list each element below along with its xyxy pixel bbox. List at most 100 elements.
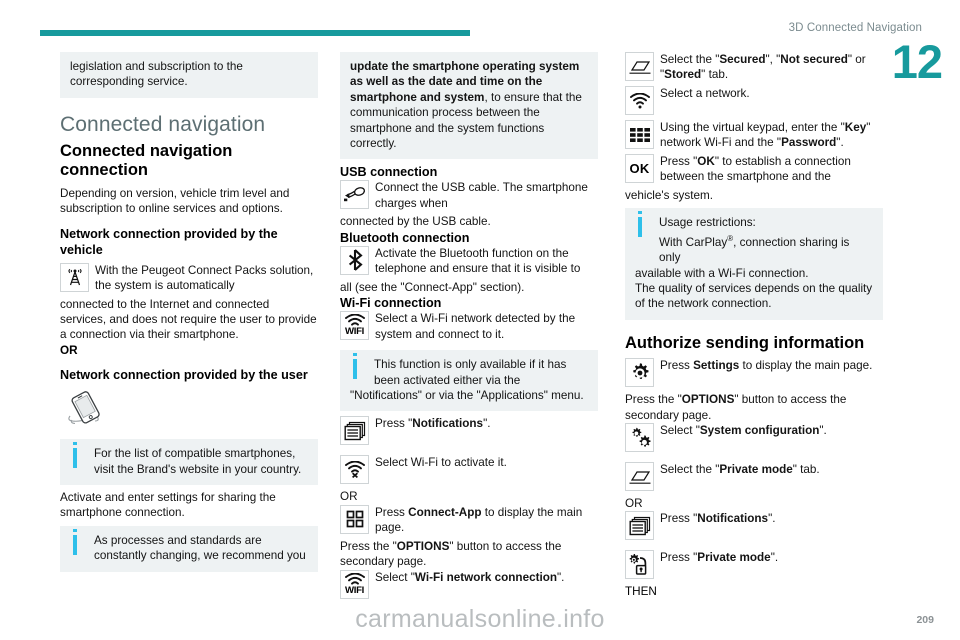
note-usage-available: available with a Wi-Fi connection. xyxy=(635,266,809,280)
info-icon xyxy=(73,528,77,555)
continued-note-block: legislation and subscription to the corr… xyxy=(60,52,318,98)
note-usage-quality: The quality of services depends on the q… xyxy=(635,281,873,311)
bluetooth-text-a: Activate the Bluetooth function on the t… xyxy=(375,246,581,276)
ok-label: OK xyxy=(629,161,650,176)
wifi-icon: WIFI xyxy=(340,311,369,341)
private-tab-text: Select the "Private mode" tab. xyxy=(660,463,820,477)
column-middle: update the smartphone operating system a… xyxy=(340,52,598,604)
wifi-icon xyxy=(625,86,654,115)
keypad-text: Using the virtual keypad, enter the "Key… xyxy=(660,121,871,150)
vehicle-network-text-a: With the Peugeot Connect Packs solution,… xyxy=(95,263,314,293)
connect-app-text: Press Connect-App to display the main pa… xyxy=(375,505,583,535)
notifications-icon xyxy=(340,416,369,446)
section-title: Connected navigation xyxy=(60,112,266,136)
header-accent-rule xyxy=(40,30,470,36)
select-wifi-activate-text: Select Wi-Fi to activate it. xyxy=(375,456,507,470)
icon-row-notifications-3: Press "Notifications". xyxy=(625,511,883,545)
continued-note-text: legislation and subscription to the corr… xyxy=(70,60,243,89)
note-compatible-text: For the list of compatible smartphones, … xyxy=(94,447,302,476)
wifi-label: WIFI xyxy=(344,326,365,338)
note-function-availability: This function is only available if it ha… xyxy=(340,350,598,412)
options-text-2: Press the "OPTIONS" button to access the… xyxy=(340,539,562,569)
options-text-3: Press the "OPTIONS" button to access the… xyxy=(625,393,847,422)
settings-text: Press Settings to display the main page. xyxy=(660,359,873,373)
note-usage-title: Usage restrictions: xyxy=(659,216,756,230)
note-activated-text-b: "Notifications" or via the "Applications… xyxy=(350,389,584,403)
antenna-tower-icon xyxy=(60,262,89,292)
heading-network-user: Network connection provided by the user xyxy=(60,368,308,383)
or-label-1: OR xyxy=(60,343,78,357)
note-processes-standards: As processes and standards are constantl… xyxy=(60,525,318,572)
icon-row-select-network: Select a network. xyxy=(625,86,883,120)
notifications-icon xyxy=(625,511,654,541)
usb-text-b: connected by the USB cable. xyxy=(340,215,491,229)
icon-row-wifi-off: Select Wi-Fi to activate it. xyxy=(340,455,598,489)
column-left: legislation and subscription to the corr… xyxy=(60,52,318,572)
vehicle-network-text-b: connected to the Internet and connected … xyxy=(60,297,317,342)
system-config-text: Select "System configuration". xyxy=(660,424,827,438)
page-header-title: 3D Connected Navigation xyxy=(788,22,922,34)
apps-grid-icon xyxy=(340,504,369,534)
wifi-off-icon xyxy=(340,455,369,485)
intro-paragraph: Depending on version, vehicle trim level… xyxy=(60,186,290,216)
system-config-gears-icon xyxy=(625,423,654,453)
smartphone-icon xyxy=(64,390,318,433)
icon-row-settings: Press Settings to display the main page. xyxy=(625,358,883,392)
select-tab-text: Select the "Secured", "Not secured" or "… xyxy=(660,53,866,82)
select-wifi-network-text: Select "Wi-Fi network connection". xyxy=(375,570,565,584)
icon-row-select-tab: Select the "Secured", "Not secured" or "… xyxy=(625,52,883,86)
heading-bluetooth-connection: Bluetooth connection xyxy=(340,230,470,245)
settings-gear-icon xyxy=(625,358,654,388)
press-notifications-text: Press "Notifications". xyxy=(375,417,491,431)
note-activated-text-a: This function is only available if it ha… xyxy=(374,358,567,387)
note-usage-carplay: With CarPlay®, connection sharing is onl… xyxy=(659,233,850,265)
usb-cable-icon xyxy=(340,180,369,210)
icon-row-antenna: With the Peugeot Connect Packs solution,… xyxy=(60,262,318,297)
heading-wifi-connection: Wi-Fi connection xyxy=(340,296,442,311)
tab-sheet-icon xyxy=(625,462,654,492)
note-compatible-smartphones: For the list of compatible smartphones, … xyxy=(60,439,318,486)
note-processes-text: As processes and standards are constantl… xyxy=(94,533,306,563)
icon-row-bluetooth: Activate the Bluetooth function on the t… xyxy=(340,245,598,280)
heading-usb-connection: USB connection xyxy=(340,165,438,180)
site-watermark: carmanualsonline.info xyxy=(355,605,605,633)
note-usage-restrictions: Usage restrictions: With CarPlay®, conne… xyxy=(625,208,883,320)
icon-row-private-mode: Press "Private mode". xyxy=(625,550,883,584)
icon-row-private-tab: Select the "Private mode" tab. xyxy=(625,462,883,496)
bluetooth-text-b: all (see the "Connect-App" section). xyxy=(340,280,525,294)
press-notifications-text-3: Press "Notifications". xyxy=(660,512,776,526)
ok-text-tail: vehicle's system. xyxy=(625,189,713,202)
chapter-number: 12 xyxy=(891,35,943,88)
usb-text-a: Connect the USB cable. The smartphone ch… xyxy=(375,181,588,210)
subsection-title: Connected navigation connection xyxy=(60,141,233,180)
icon-row-connect-app: Press Connect-App to display the main pa… xyxy=(340,504,598,539)
info-icon xyxy=(353,353,357,380)
select-network-text: Select a network. xyxy=(660,87,750,100)
icon-row-keypad: Using the virtual keypad, enter the "Key… xyxy=(625,120,883,154)
icon-row-wifi: WIFI Select a Wi-Fi network detected by … xyxy=(340,311,598,345)
wifi-label: WIFI xyxy=(344,584,365,596)
ok-text: Press "OK" to establish a connection bet… xyxy=(660,155,851,184)
or-label-3: OR xyxy=(625,497,643,511)
then-label: THEN xyxy=(625,585,657,599)
info-icon xyxy=(638,211,642,238)
keypad-grid-icon xyxy=(625,120,654,149)
wifi-text: Select a Wi-Fi network detected by the s… xyxy=(375,312,576,341)
icon-row-system-config: Select "System configuration". xyxy=(625,423,883,457)
manual-page: 3D Connected Navigation 12 legislation a… xyxy=(0,0,960,640)
page-number: 209 xyxy=(916,614,934,626)
info-icon xyxy=(73,442,77,469)
tab-sheet-icon xyxy=(625,52,654,81)
icon-row-notifications: Press "Notifications". xyxy=(340,416,598,450)
activate-settings-text: Activate and enter settings for sharing … xyxy=(60,491,276,520)
or-label-2: OR xyxy=(340,490,358,504)
heading-authorize-sending: Authorize sending information xyxy=(625,333,865,352)
private-mode-lock-icon xyxy=(625,550,654,580)
bluetooth-icon xyxy=(340,245,369,275)
icon-row-ok: OK Press "OK" to establish a connection … xyxy=(625,154,883,188)
heading-network-vehicle: Network connection provided by the vehic… xyxy=(60,226,278,257)
icon-row-wifi-network-connection: WIFI Select "Wi-Fi network connection". xyxy=(340,569,598,604)
ok-button-icon: OK xyxy=(625,154,654,183)
column-right: Select the "Secured", "Not secured" or "… xyxy=(625,52,883,600)
icon-row-usb: Connect the USB cable. The smartphone ch… xyxy=(340,180,598,214)
